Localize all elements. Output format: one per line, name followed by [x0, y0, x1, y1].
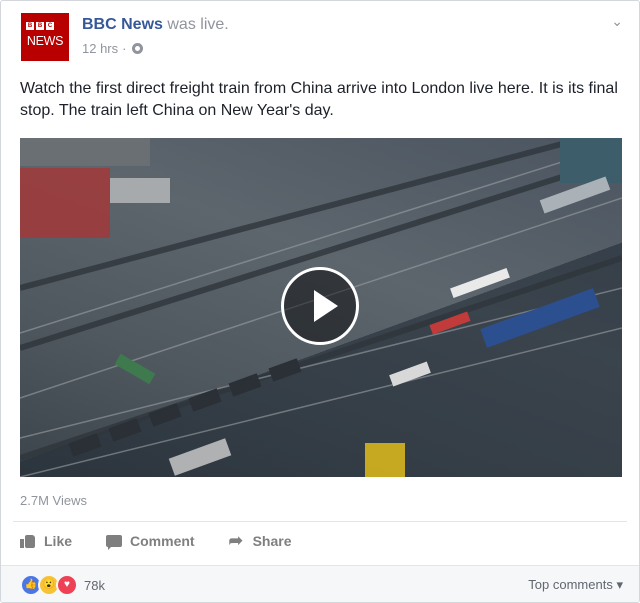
bbc-letter: B	[26, 22, 34, 30]
play-button[interactable]	[281, 267, 359, 345]
love-reaction-icon: ♥	[56, 574, 78, 596]
post-card: B B C NEWS BBC News was live. 12 hrs · ⌄…	[0, 0, 640, 603]
share-label: Share	[252, 533, 292, 549]
caret-down-icon: ▾	[616, 577, 623, 592]
post-timestamp[interactable]: 12 hrs	[82, 41, 118, 56]
bbc-letter: C	[46, 22, 54, 30]
reaction-count: 78k	[84, 577, 105, 593]
share-arrow-icon	[229, 531, 245, 551]
reactions-summary[interactable]: 👍 😮 ♥ 78k	[20, 574, 105, 596]
top-comments-dropdown[interactable]: Top comments ▾	[528, 577, 623, 593]
post-header: BBC News was live.	[82, 16, 229, 34]
chevron-down-icon[interactable]: ⌄	[611, 13, 623, 30]
bbc-letter: B	[36, 22, 44, 30]
page-name-link[interactable]: BBC News	[82, 16, 163, 33]
globe-icon	[132, 43, 144, 54]
video-player[interactable]	[20, 138, 622, 477]
post-text: Watch the first direct freight train fro…	[20, 80, 618, 119]
comment-button[interactable]: Comment	[106, 529, 195, 553]
post-meta: 12 hrs ·	[82, 41, 144, 56]
share-button[interactable]: Share	[229, 529, 292, 553]
reactions-footer: 👍 😮 ♥ 78k Top comments ▾	[1, 565, 639, 602]
post-action-text: was live.	[167, 16, 229, 33]
view-count[interactable]: 2.7M Views	[20, 493, 87, 508]
action-bar: Like Comment Share	[20, 529, 292, 553]
sort-label: Top comments	[528, 577, 613, 592]
thumbs-up-icon	[20, 534, 36, 548]
comment-icon	[106, 535, 123, 550]
logo-news-text: NEWS	[26, 34, 64, 48]
bbc-logo-blocks: B B C	[26, 22, 54, 30]
like-label: Like	[44, 533, 73, 549]
divider	[13, 521, 627, 522]
meta-separator: ·	[122, 41, 127, 56]
comment-label: Comment	[130, 533, 195, 549]
like-button[interactable]: Like	[20, 529, 72, 553]
page-avatar[interactable]: B B C NEWS	[21, 13, 69, 61]
